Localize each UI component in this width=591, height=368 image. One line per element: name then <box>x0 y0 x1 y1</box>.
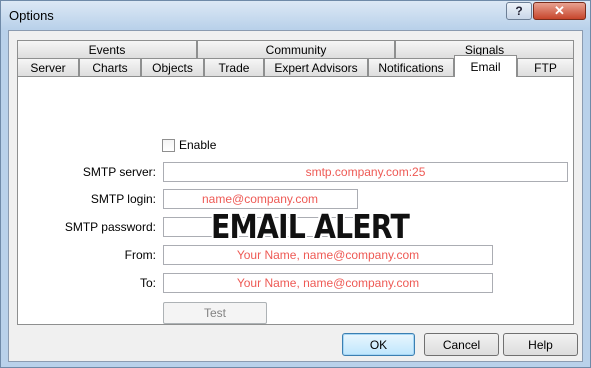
from-input[interactable]: Your Name, name@company.com <box>163 245 493 265</box>
tab-email[interactable]: Email <box>454 55 517 77</box>
smtp-login-label: SMTP login: <box>90 192 156 206</box>
help-icon[interactable]: ? <box>506 2 532 20</box>
email-alert-overlay-text: EMAIL ALERT <box>211 207 410 246</box>
enable-checkbox[interactable] <box>162 139 175 152</box>
options-window: Options ? ✕ Events Community Signals Ser… <box>0 0 591 368</box>
smtp-password-label: SMTP password: <box>64 220 156 234</box>
tab-community[interactable]: Community <box>197 40 395 59</box>
tab-objects[interactable]: Objects <box>141 58 204 77</box>
tab-ftp[interactable]: FTP <box>517 58 574 77</box>
smtp-server-label: SMTP server: <box>82 165 156 179</box>
to-label: To: <box>139 276 156 290</box>
tab-expert-advisors[interactable]: Expert Advisors <box>264 58 368 77</box>
dialog-client-area: Events Community Signals Server Charts O… <box>8 30 583 362</box>
tab-trade[interactable]: Trade <box>204 58 264 77</box>
ok-button[interactable]: OK <box>342 333 415 356</box>
from-label: From: <box>124 248 156 262</box>
title-bar[interactable]: Options ? ✕ <box>1 1 590 29</box>
tab-notifications[interactable]: Notifications <box>368 58 454 77</box>
email-settings-panel: Enable SMTP server: smtp.company.com:25 … <box>17 76 574 325</box>
window-title: Options <box>9 8 54 23</box>
close-icon[interactable]: ✕ <box>533 2 586 20</box>
smtp-server-input[interactable]: smtp.company.com:25 <box>163 162 568 182</box>
tab-charts[interactable]: Charts <box>79 58 141 77</box>
enable-label: Enable <box>179 138 217 152</box>
tab-server[interactable]: Server <box>17 58 79 77</box>
cancel-button[interactable]: Cancel <box>424 333 499 356</box>
smtp-login-input[interactable]: name@company.com <box>163 189 358 209</box>
help-button[interactable]: Help <box>503 333 578 356</box>
to-input[interactable]: Your Name, name@company.com <box>163 273 493 293</box>
tab-events[interactable]: Events <box>17 40 197 59</box>
test-button[interactable]: Test <box>163 302 267 324</box>
